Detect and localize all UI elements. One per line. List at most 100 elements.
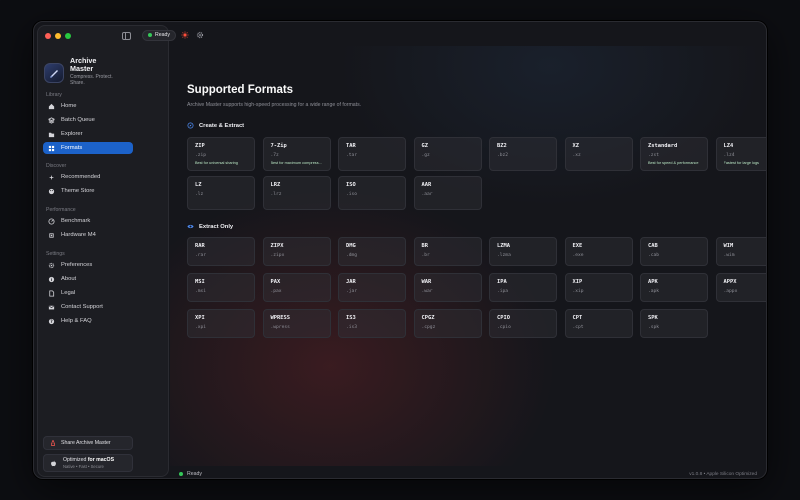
sidebar-item-help-faq[interactable]: ? Help & FAQ [43,315,133,327]
brand: Archive Master Compress. Protect. Share. [44,57,120,86]
format-card[interactable]: ZIPX .zipx [262,237,331,266]
format-extension: .tar [346,153,358,158]
format-card[interactable]: DMG .dmg [338,237,406,266]
format-card[interactable]: EXE .exe [564,237,633,266]
create-extract-heading: Create & Extract [187,122,244,129]
sidebar-item-legal[interactable]: Legal [43,287,133,299]
format-name: SPK [648,315,658,321]
format-card[interactable]: ZIP .zip Best for universal sharing [187,137,255,171]
sidebar-item-about[interactable]: About [43,273,133,285]
sidebar-item-hardware[interactable]: Hardware M4 [43,229,133,241]
format-name: AAR [421,182,432,188]
format-card[interactable]: TAR .tar [338,137,406,171]
grid-icon [48,145,55,151]
format-note: Best for universal sharing [195,161,238,165]
format-name: IPA [497,279,507,285]
format-name: CPT [572,315,583,321]
create-extract-label: Create & Extract [199,122,245,129]
format-card[interactable]: Zstandard .zst Best for speed & performanc… [640,137,708,171]
mail-icon [48,305,55,309]
format-name: APPX [723,279,737,285]
settings-button[interactable] [194,30,206,41]
format-card[interactable]: IPA .ipa [489,273,557,302]
format-extension: .rar [195,253,207,258]
format-card[interactable]: IS3 .is3 [338,309,406,338]
format-card[interactable]: WAR .war [413,273,482,302]
format-card[interactable]: SPK .spk [640,309,708,338]
sidebar-item-benchmark[interactable]: Benchmark [43,215,133,227]
format-extension: .zst [648,153,660,158]
format-card[interactable]: LZMA .lzma [489,237,557,266]
format-card[interactable]: LZ .lz [187,176,255,210]
format-card[interactable]: XPI .xpi [187,309,255,338]
format-card[interactable]: CAB .cab [640,237,708,266]
sidebar-item-theme-store[interactable]: Theme Store [43,185,133,197]
format-card[interactable]: APK .apk [640,273,708,302]
sidebar-item-label: Recommended [61,174,101,180]
format-card[interactable]: CPIO .cpio [489,309,557,338]
format-card[interactable]: XZ .xz [564,137,633,171]
apple-icon [51,460,56,466]
format-name: ZIPX [270,243,284,249]
optimized-subtitle: Native • Fast • Secure [63,464,104,469]
activity-button[interactable] [179,30,191,41]
zoom-window-button[interactable] [65,33,71,39]
format-extension: .jar [346,289,358,294]
format-name: ZIP [195,143,205,149]
format-card[interactable]: WPRESS .wpress [262,309,331,338]
close-window-button[interactable] [45,33,51,39]
format-note: Best for maximum compress... [270,161,322,165]
sidebar-item-preferences[interactable]: Preferences [43,259,133,271]
format-card[interactable]: LZ4 .lz4 Fastest for large logs [715,137,766,171]
format-card[interactable]: GZ .gz [413,137,482,171]
format-name: BR [421,243,429,249]
format-card[interactable]: APPX .appx [715,273,766,302]
format-card[interactable]: RAR .rar [187,237,255,266]
toolbar: Ready [142,28,206,42]
format-card[interactable]: CPGZ .cpgz [413,309,482,338]
sidebar-item-recommended[interactable]: Recommended [43,171,133,183]
format-extension: .cpgz [421,325,436,330]
format-card[interactable]: XIP .xip [564,273,633,302]
sidebar-item-formats[interactable]: Formats [43,142,133,154]
format-card[interactable]: ISO .iso [338,176,406,210]
format-name: EXE [572,243,583,249]
format-extension: .zipx [270,253,285,258]
format-name: RAR [195,243,205,249]
format-card[interactable]: AAR .aar [413,176,482,210]
optimized-suffix: for macOS [87,457,115,463]
format-card[interactable]: LRZ .lrz [262,176,331,210]
format-extension: .gz [421,153,430,158]
format-card[interactable]: WIM .wim [715,237,766,266]
app-window: Archive Master Compress. Protect. Share.… [33,21,767,479]
format-card[interactable]: MSI .msi [187,273,255,302]
format-name: CPIO [497,315,510,321]
eye-icon [187,224,194,229]
format-extension: .xpi [195,325,207,330]
share-button[interactable]: Share Archive Master [43,436,133,450]
sidebar-item-contact-support[interactable]: Contact Support [43,301,133,313]
compass-icon [187,122,194,129]
section-label-settings: Settings [46,251,65,257]
sidebar-toggle-icon[interactable] [122,32,131,40]
app-logo-icon [44,63,64,83]
format-name: TAR [346,143,356,149]
section-label-discover: Discover [46,163,67,169]
section-label-performance: Performance [46,207,76,213]
format-name: WIM [723,243,734,249]
gear-icon [48,262,55,268]
sidebar-item-home[interactable]: Home [43,100,133,112]
format-name: LZ4 [723,143,734,149]
format-name: MSI [195,279,205,285]
minimize-window-button[interactable] [55,33,61,39]
format-card[interactable]: 7-Zip .7z Best for maximum compress... [262,137,331,171]
format-card[interactable]: PAX .pax [262,273,331,302]
format-card[interactable]: CPT .cpt [564,309,633,338]
format-card[interactable]: BR .br [413,237,482,266]
format-card[interactable]: JAR .jar [338,273,406,302]
status-label: Ready [155,32,170,38]
format-name: WAR [421,279,432,285]
sidebar-item-explorer[interactable]: Explorer [43,128,133,140]
sidebar-item-batch-queue[interactable]: Batch Queue [43,114,133,126]
format-card[interactable]: BZ2 .bz2 [489,137,557,171]
